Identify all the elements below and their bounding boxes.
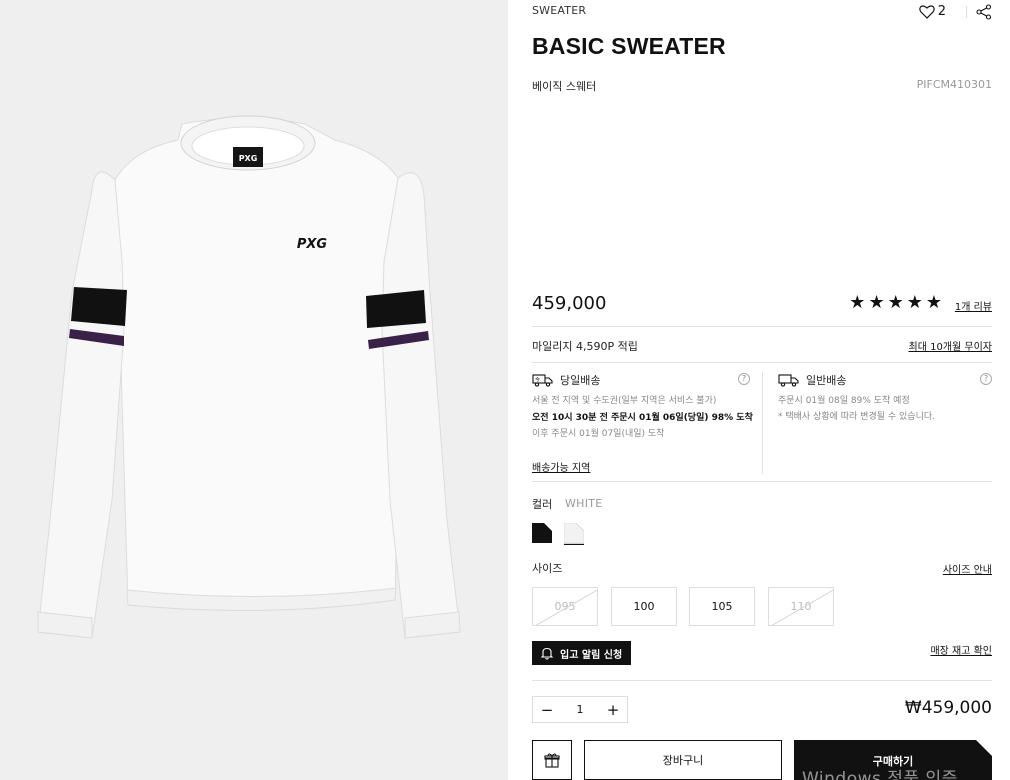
restock-notify-label: 입고 알림 신청 <box>560 649 623 661</box>
bell-icon <box>540 647 554 660</box>
star-icon: ★ <box>925 292 942 313</box>
rating-stars: ★ ★ ★ ★ ★ <box>849 294 942 312</box>
product-title: BASIC SWEATER <box>532 33 726 59</box>
product-category: SWEATER <box>532 4 587 17</box>
white-swatch <box>563 522 585 546</box>
sweater-illustration: PXG PXG <box>37 115 461 639</box>
color-label: 컬러 <box>532 498 553 511</box>
size-guide-link[interactable]: 사이즈 안내 <box>943 561 992 576</box>
truck-icon <box>778 374 799 387</box>
standard-shipping-header: 일반배송 <box>778 372 992 388</box>
mileage-info: 마일리지 4,590P 적립 <box>532 340 638 353</box>
size-option-label: 095 <box>554 600 576 613</box>
same-day-shipping-area: 서울 전 지역 및 수도권(일부 지역은 서비스 불가) <box>532 396 717 406</box>
product-code: PIFCM410301 <box>916 78 992 91</box>
size-option-label: 105 <box>711 600 733 613</box>
product-info-panel: SWEATER 2 BASIC SWEATER 베이직 스웨터 PIFCM410… <box>532 0 992 780</box>
size-label: 사이즈 <box>532 562 563 575</box>
buy-button-corner <box>976 740 992 756</box>
same-day-shipping: 今 당일배송 ? 서울 전 지역 및 수도권(일부 지역은 서비스 불가) 오전… <box>532 372 753 439</box>
right-sleeve-stripe <box>366 290 426 328</box>
same-day-shipping-header: 今 당일배송 <box>532 372 750 388</box>
quantity-value: 1 <box>576 703 584 716</box>
product-detail-page: PXG PXG SWEATER 2 BASIC SWEATER 베이직 스웨터 … <box>0 0 1010 780</box>
heart-icon <box>918 5 935 19</box>
delivery-truck-icon: 今 <box>532 374 553 387</box>
standard-shipping: 일반배송 ? 주문시 01월 08일 89% 도착 예정 * 택배사 상황에 따… <box>778 372 992 422</box>
size-option-label: 100 <box>633 600 655 613</box>
divider <box>532 481 992 482</box>
star-icon: ★ <box>906 292 923 313</box>
star-icon: ★ <box>868 292 885 313</box>
color-swatch-black[interactable] <box>532 523 552 543</box>
size-option-110[interactable]: 110 <box>768 587 834 626</box>
increase-quantity-button[interactable]: + <box>606 702 620 717</box>
star-icon: ★ <box>849 292 866 313</box>
share-icon <box>976 4 992 20</box>
product-image: PXG PXG <box>0 0 508 780</box>
standard-shipping-title: 일반배송 <box>806 374 847 387</box>
divider <box>532 326 992 327</box>
store-stock-link[interactable]: 매장 재고 확인 <box>930 642 992 657</box>
size-option-105[interactable]: 105 <box>689 587 755 626</box>
size-option-095[interactable]: 095 <box>532 587 598 626</box>
same-day-shipping-late-eta: 이후 주문시 01월 07일(내일) 도착 <box>532 429 665 439</box>
add-to-cart-button[interactable]: 장바구니 <box>584 740 782 780</box>
help-icon[interactable]: ? <box>738 373 750 385</box>
wishlist-count: 2 <box>937 4 946 19</box>
gift-button[interactable] <box>532 740 572 780</box>
star-icon: ★ <box>887 292 904 313</box>
selected-color: WHITE <box>565 497 603 510</box>
header-divider <box>966 6 967 18</box>
same-day-shipping-eta: 오전 10시 30분 전 주문시 01월 06일(당일) 98% 도착 <box>532 413 753 423</box>
standard-shipping-note: * 택배사 상황에 따라 변경될 수 있습니다. <box>778 412 936 422</box>
quantity-stepper: − 1 + <box>532 696 628 723</box>
product-korean-name: 베이직 스웨터 <box>532 80 597 93</box>
same-day-shipping-title: 당일배송 <box>560 374 601 387</box>
decrease-quantity-button[interactable]: − <box>540 702 554 717</box>
shipping-area-link[interactable]: 배송가능 지역 <box>532 459 590 474</box>
divider <box>532 680 992 681</box>
installment-link[interactable]: 최대 10개월 무이자 <box>909 338 992 353</box>
size-option-label: 110 <box>790 600 812 613</box>
add-to-cart-label: 장바구니 <box>662 754 704 767</box>
left-sleeve-stripe <box>71 287 127 326</box>
total-price: ₩459,000 <box>904 698 992 718</box>
product-price: 459,000 <box>532 293 607 314</box>
color-swatch-white[interactable] <box>563 522 585 546</box>
size-option-100[interactable]: 100 <box>611 587 677 626</box>
review-link[interactable]: 1개 리뷰 <box>955 298 992 313</box>
restock-notify-button[interactable]: 입고 알림 신청 <box>532 641 632 665</box>
black-swatch <box>532 523 552 543</box>
collar-label-text: PXG <box>239 154 258 163</box>
svg-text:今: 今 <box>535 377 540 384</box>
help-icon[interactable]: ? <box>980 373 992 385</box>
gift-icon <box>544 753 560 768</box>
os-activation-watermark: Windows 정품 인증 <box>802 769 958 780</box>
divider <box>532 362 992 363</box>
shipping-divider <box>762 372 763 474</box>
wishlist-button[interactable]: 2 <box>918 4 946 19</box>
standard-shipping-eta: 주문시 01월 08일 89% 도착 예정 <box>778 396 910 406</box>
share-button[interactable] <box>976 4 992 20</box>
chest-logo: PXG <box>297 237 328 252</box>
